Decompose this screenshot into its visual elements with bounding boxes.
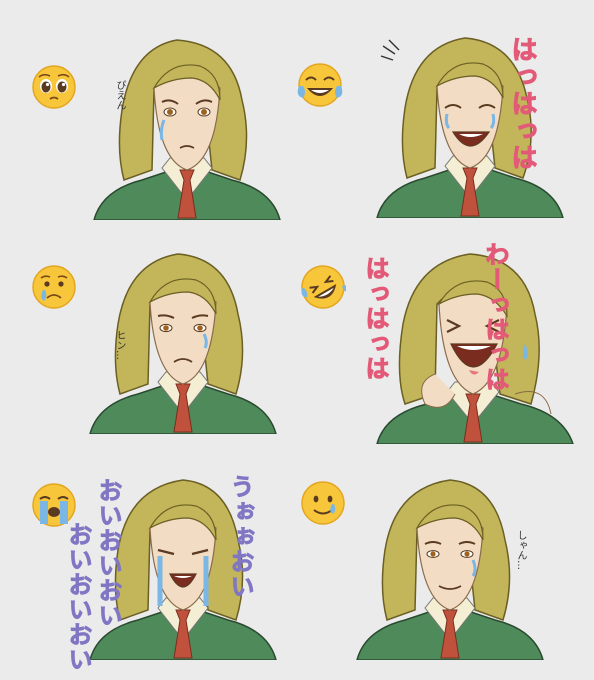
character-portrait [376, 253, 574, 444]
sfx-text: ぴえん [114, 80, 125, 110]
sad-crying-face-icon [31, 264, 77, 310]
sfx-text: ヒン… [114, 330, 125, 360]
sfx-text: しゃん… [515, 530, 526, 570]
panel-loudly-crying: うぉぉおい おいおいおい おいおいおい [0, 452, 297, 678]
rolling-on-floor-laughing-icon [300, 264, 346, 310]
face-with-tears-of-joy-icon [297, 62, 343, 108]
sfx-text-1: うぉぉおい [226, 474, 255, 600]
sfx-text-1: わーっはっは [481, 242, 510, 393]
sfx-text-3: おいおいおい [64, 522, 93, 673]
panel-rolling-laughing: わーっはっは はっはっは [297, 226, 594, 452]
pleading-face-icon [31, 64, 77, 110]
panel-smiling-with-tear: しゃん… [297, 452, 594, 678]
sfx-text: はっはっは [507, 36, 538, 172]
character-portrait [93, 39, 281, 220]
sfx-text-2: はっはっは [361, 256, 390, 382]
panel-tears-of-joy: はっはっは [297, 0, 594, 226]
panel-pleading: ぴえん [0, 0, 297, 226]
smiling-face-with-tear-icon [300, 480, 346, 526]
panel-sad-crying: ヒン… [0, 226, 297, 452]
sfx-text-2: おいおいおい [94, 478, 123, 629]
